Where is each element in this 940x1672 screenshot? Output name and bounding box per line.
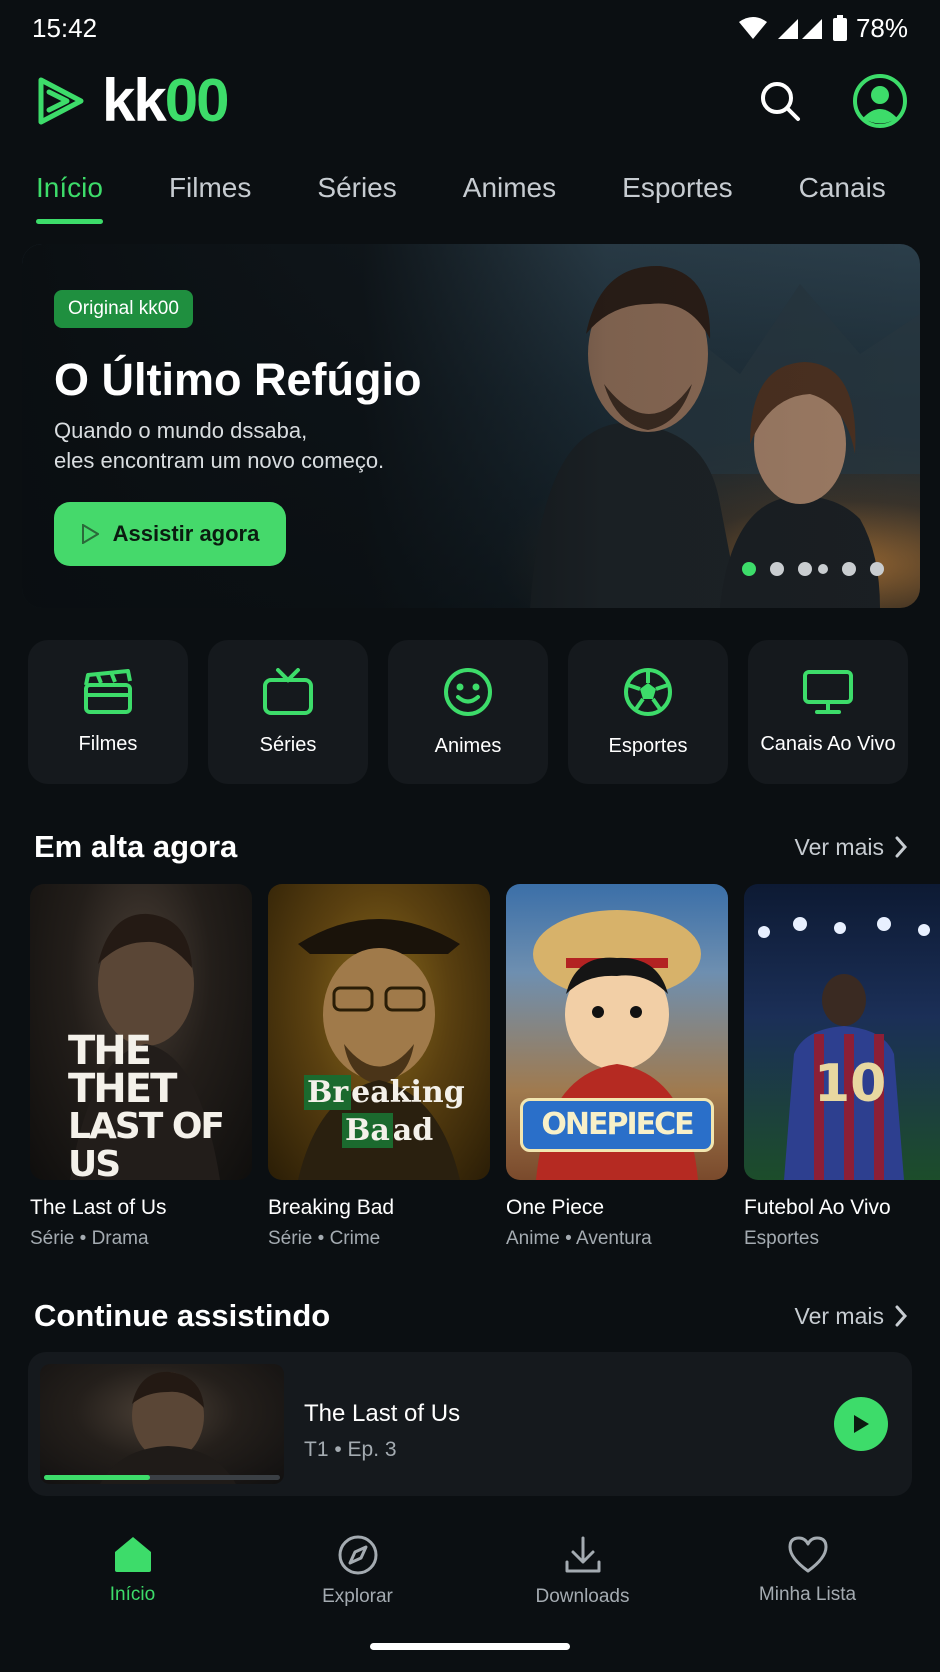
wifi-icon	[738, 17, 767, 39]
category-card-series[interactable]: Séries	[208, 640, 368, 784]
nav-downloads[interactable]: Downloads	[483, 1514, 683, 1614]
poster-image: 10	[744, 884, 940, 1180]
hero-badge: Original kk00	[54, 290, 193, 328]
continue-watching-card[interactable]: The Last of Us T1 • Ep. 3	[28, 1352, 912, 1496]
chevron-right-icon	[895, 1305, 908, 1327]
tab-series[interactable]: Séries	[317, 166, 396, 226]
category-label: Séries	[259, 733, 317, 756]
category-label: Filmes	[78, 732, 138, 755]
carousel-dots	[742, 562, 884, 576]
status-bar: 15:42 78%	[0, 0, 940, 56]
heart-icon	[788, 1536, 827, 1573]
category-shortcuts: Filmes Séries Animes Esportes Canais Ao …	[28, 640, 912, 784]
clapperboard-icon	[84, 668, 132, 714]
watch-now-button[interactable]: Assistir agora	[54, 502, 286, 566]
poster-card[interactable]: Br eaking Ba ad Breaking Bad Série • Crime	[268, 884, 490, 1254]
poster-title: Futebol Ao Vivo	[744, 1196, 891, 1219]
poster-title-art: 10	[814, 1054, 887, 1114]
tab-canais[interactable]: Canais	[799, 166, 886, 226]
chevron-right-icon	[895, 836, 908, 858]
poster-image: ONEPIECE	[506, 884, 728, 1180]
search-button[interactable]	[758, 79, 802, 123]
progress-fill	[44, 1475, 151, 1480]
nav-explorar[interactable]: Explorar	[258, 1514, 458, 1614]
poster-card[interactable]: 10 Futebol Ao Vivo Esportes	[744, 884, 940, 1254]
poster-title-art: Br eaking Ba ad	[304, 1074, 465, 1150]
nav-inicio[interactable]: Início	[33, 1514, 233, 1614]
poster-meta: Série • Crime	[268, 1228, 381, 1249]
trending-row: THE THET LAST OF US The Last of Us Série…	[30, 884, 940, 1254]
smiley-icon	[444, 667, 492, 716]
carousel-dot[interactable]	[770, 562, 784, 576]
app-header: kk00	[0, 64, 940, 138]
category-card-esportes[interactable]: Esportes	[568, 640, 728, 784]
search-icon	[761, 82, 800, 121]
carousel-dot[interactable]	[798, 562, 812, 576]
continue-header: Continue assistindo Ver mais	[34, 1294, 908, 1338]
status-icons: 78%	[738, 13, 908, 44]
hero-title: O Último Refúgio	[54, 354, 422, 405]
category-card-filmes[interactable]: Filmes	[28, 640, 188, 784]
category-tabs: Início Filmes Séries Animes Esportes Can…	[0, 166, 940, 226]
continue-title: The Last of Us	[304, 1400, 461, 1427]
bottom-navigation: Início Explorar Downloads Minha Lista	[0, 1514, 940, 1614]
user-circle-icon	[853, 74, 907, 128]
soccer-ball-icon	[624, 667, 672, 716]
category-card-animes[interactable]: Animes	[388, 640, 548, 784]
section-title: Continue assistindo	[34, 1298, 331, 1333]
poster-card[interactable]: THE THET LAST OF US The Last of Us Série…	[30, 884, 252, 1254]
tab-filmes[interactable]: Filmes	[169, 166, 251, 226]
continue-thumbnail	[40, 1364, 284, 1484]
hero-banner[interactable]: Original kk00 O Último Refúgio Quando o …	[22, 244, 920, 608]
category-label: Esportes	[608, 734, 688, 757]
tab-esportes[interactable]: Esportes	[622, 166, 733, 226]
monitor-icon	[803, 669, 853, 714]
see-more-continue[interactable]: Ver mais	[795, 1303, 908, 1330]
poster-title: Breaking Bad	[268, 1196, 395, 1219]
trending-header: Em alta agora Ver mais	[34, 825, 908, 869]
brand-logo[interactable]: kk00	[34, 67, 229, 134]
status-time: 15:42	[32, 12, 98, 43]
play-icon	[854, 1415, 869, 1433]
section-title: Em alta agora	[34, 829, 238, 864]
nav-minha-lista[interactable]: Minha Lista	[708, 1514, 908, 1614]
poster-title-art: THE THET LAST OF US	[68, 1028, 225, 1180]
profile-button[interactable]	[852, 73, 908, 129]
carousel-dot[interactable]	[818, 564, 828, 574]
watch-now-label: Assistir agora	[112, 521, 260, 546]
play-icon	[81, 524, 99, 544]
carousel-dot[interactable]	[742, 562, 756, 576]
poster-title: One Piece	[506, 1196, 605, 1219]
carousel-dot[interactable]	[870, 562, 884, 576]
play-logo-icon	[38, 77, 84, 125]
poster-meta: Anime • Aventura	[506, 1228, 652, 1249]
battery-percent: 78%	[855, 12, 908, 43]
tab-animes[interactable]: Animes	[463, 166, 556, 226]
see-more-trending[interactable]: Ver mais	[795, 834, 908, 861]
poster-title-art: ONEPIECE	[520, 1098, 714, 1152]
category-label: Canais Ao Vivo	[760, 732, 896, 755]
home-indicator[interactable]	[370, 1643, 570, 1650]
home-icon	[114, 1537, 151, 1572]
battery-icon	[832, 15, 847, 41]
poster-meta: Série • Drama	[30, 1228, 149, 1249]
poster-meta: Esportes	[744, 1228, 819, 1249]
progress-bar	[44, 1475, 280, 1480]
poster-card[interactable]: ONEPIECE One Piece Anime • Aventura	[506, 884, 728, 1254]
continue-meta: T1 • Ep. 3	[304, 1438, 397, 1461]
download-icon	[565, 1536, 600, 1573]
poster-title: The Last of Us	[30, 1196, 167, 1219]
brand-name: kk00	[102, 67, 229, 134]
tab-inicio[interactable]: Início	[36, 166, 103, 226]
category-card-canais[interactable]: Canais Ao Vivo	[748, 640, 908, 784]
poster-image: THE THET LAST OF US	[30, 884, 252, 1180]
poster-image: Br eaking Ba ad	[268, 884, 490, 1180]
resume-play-button[interactable]	[834, 1397, 888, 1451]
carousel-dot[interactable]	[842, 562, 856, 576]
tv-icon	[263, 667, 313, 715]
compass-icon	[338, 1535, 377, 1575]
signal-icon	[777, 19, 822, 39]
hero-description: Quando o mundo dssaba, eles encontram um…	[54, 418, 385, 473]
category-label: Animes	[434, 734, 502, 757]
